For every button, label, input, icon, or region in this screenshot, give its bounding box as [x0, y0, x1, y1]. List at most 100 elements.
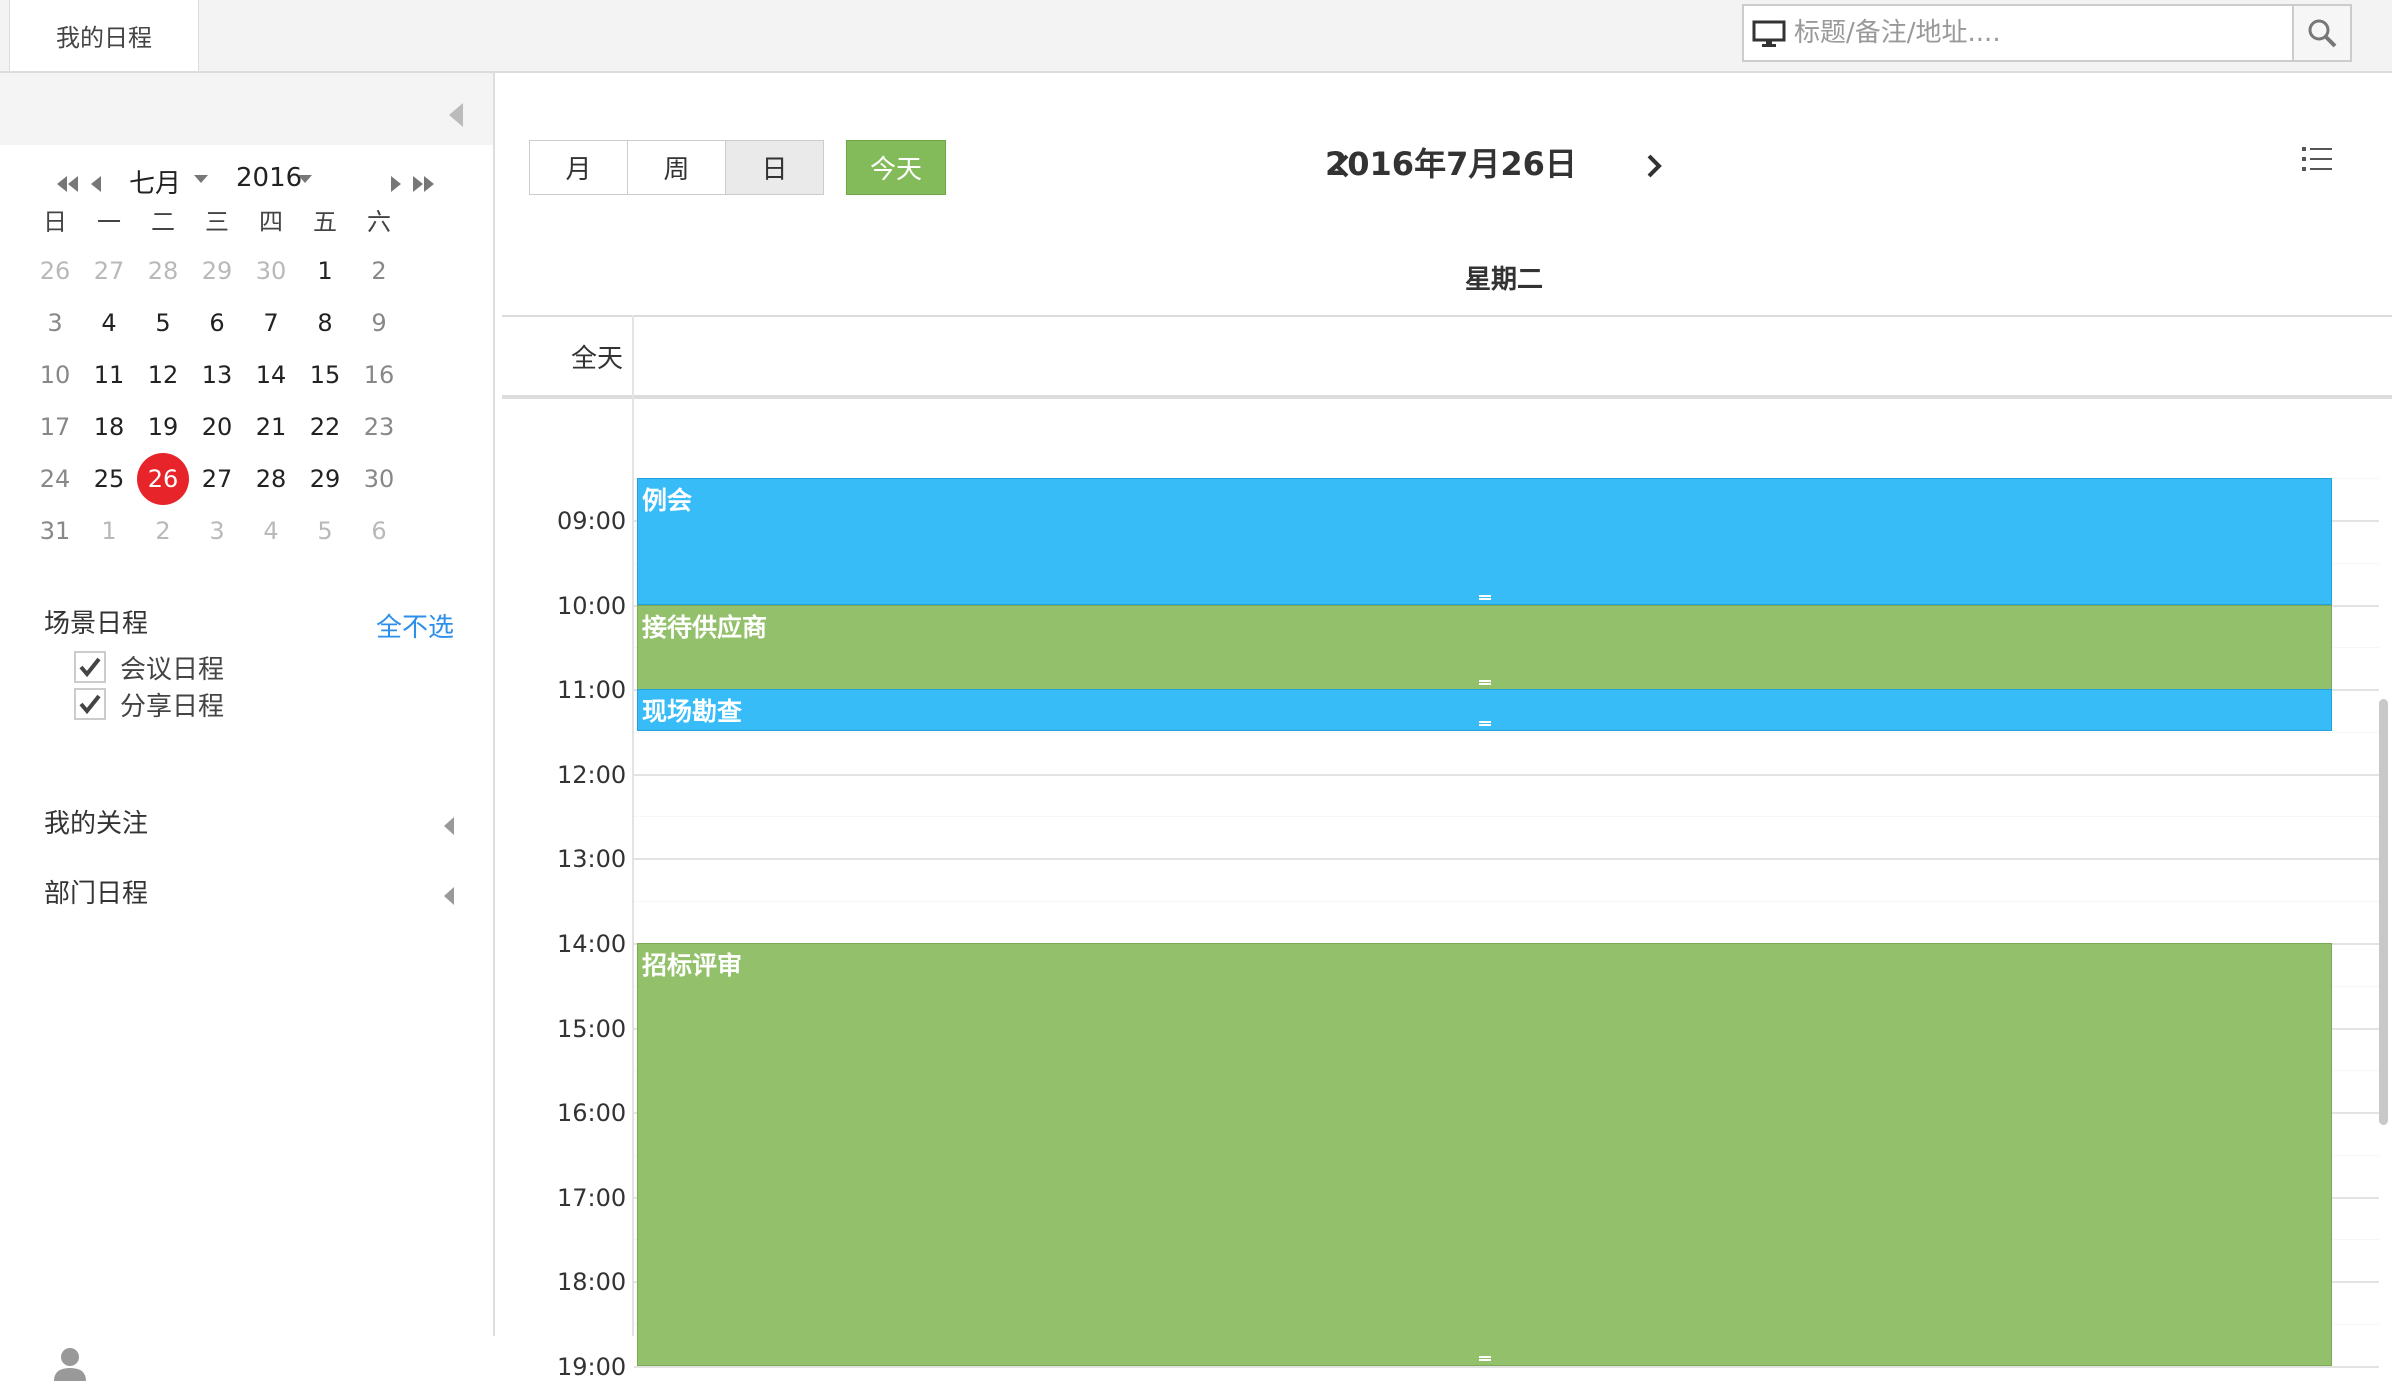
calendar-day[interactable]: 14: [244, 349, 298, 401]
calendar-event[interactable]: 现场勘查: [637, 689, 2332, 731]
hour-label: 14:00: [557, 930, 627, 958]
mini-calendar-year[interactable]: 2016: [236, 163, 302, 193]
calendar-day-number: 30: [255, 257, 287, 285]
calendar-day[interactable]: 27: [190, 453, 244, 505]
expand-arrow-icon[interactable]: [444, 887, 454, 905]
resize-handle-icon[interactable]: [1478, 680, 1491, 685]
calendar-day[interactable]: 17: [28, 401, 82, 453]
calendar-day-number: 10: [39, 361, 71, 389]
my-follow-section[interactable]: 我的关注: [44, 803, 454, 840]
calendar-day[interactable]: 5: [136, 297, 190, 349]
calendar-day[interactable]: 13: [190, 349, 244, 401]
calendar-day[interactable]: 16: [352, 349, 406, 401]
prev-month-icon[interactable]: [90, 175, 102, 193]
hour-label: 10:00: [557, 591, 627, 620]
calendar-day[interactable]: 4: [82, 297, 136, 349]
calendar-day[interactable]: 6: [352, 505, 406, 557]
calendar-day[interactable]: 28: [136, 245, 190, 297]
divider: [502, 395, 2392, 399]
search-button[interactable]: [2292, 6, 2350, 60]
calendar-day[interactable]: 5: [298, 505, 352, 557]
tab-my-schedule[interactable]: 我的日程: [9, 0, 199, 71]
calendar-day[interactable]: 6: [190, 297, 244, 349]
resize-handle-icon[interactable]: [1478, 1356, 1491, 1361]
calendar-day[interactable]: 30: [352, 453, 406, 505]
calendar-day[interactable]: 15: [298, 349, 352, 401]
search-box: [1742, 4, 2352, 62]
event-title: 现场勘查: [642, 697, 743, 726]
calendar-day[interactable]: 2: [136, 505, 190, 557]
calendar-day-number: 9: [371, 309, 387, 337]
calendar-day[interactable]: 12: [136, 349, 190, 401]
user-avatar-icon[interactable]: [52, 1346, 88, 1382]
my-follow-title: 我的关注: [44, 809, 149, 839]
calendar-day[interactable]: 21: [244, 401, 298, 453]
calendar-event[interactable]: 例会: [637, 478, 2332, 605]
calendar-day[interactable]: 3: [28, 297, 82, 349]
calendar-day[interactable]: 26: [136, 453, 190, 505]
calendar-day-number: 4: [263, 517, 279, 545]
scrollbar-thumb[interactable]: [2379, 699, 2388, 1125]
calendar-day[interactable]: 24: [28, 453, 82, 505]
calendar-day[interactable]: 20: [190, 401, 244, 453]
search-input[interactable]: [1794, 6, 2274, 60]
month-dropdown-icon[interactable]: [194, 175, 208, 183]
next-month-icon[interactable]: [390, 175, 402, 193]
scene-item-label: 会议日程: [120, 654, 225, 685]
year-dropdown-icon[interactable]: [298, 175, 312, 183]
calendar-week-row: 31 1 2 3 4 5 6: [28, 505, 460, 557]
next-year-icon[interactable]: [412, 175, 436, 193]
calendar-day[interactable]: 26: [28, 245, 82, 297]
calendar-day-number: 27: [93, 257, 125, 285]
calendar-day[interactable]: 29: [298, 453, 352, 505]
today-button[interactable]: 今天: [846, 140, 946, 195]
calendar-day-number: 4: [101, 309, 117, 337]
calendar-day[interactable]: 22: [298, 401, 352, 453]
view-month-button[interactable]: 月: [529, 140, 628, 195]
calendar-day[interactable]: 31: [28, 505, 82, 557]
calendar-day[interactable]: 23: [352, 401, 406, 453]
resize-handle-icon[interactable]: [1478, 721, 1491, 726]
checkbox[interactable]: [74, 651, 106, 683]
next-day-icon[interactable]: [1645, 153, 1663, 179]
dept-schedule-section[interactable]: 部门日程: [44, 873, 454, 910]
calendar-event[interactable]: 招标评审: [637, 943, 2332, 1366]
calendar-day[interactable]: 4: [244, 505, 298, 557]
calendar-day-number: 14: [255, 361, 287, 389]
calendar-day[interactable]: 27: [82, 245, 136, 297]
half-hour-gridline: [634, 731, 2379, 733]
scene-item-share[interactable]: 分享日程: [74, 684, 224, 724]
checkbox[interactable]: [74, 688, 106, 720]
deselect-all-link[interactable]: 全不选: [376, 607, 454, 644]
calendar-day[interactable]: 9: [352, 297, 406, 349]
calendar-day[interactable]: 1: [82, 505, 136, 557]
view-day-button[interactable]: 日: [725, 140, 824, 195]
view-week-button[interactable]: 周: [627, 140, 726, 195]
resize-handle-icon[interactable]: [1478, 595, 1491, 600]
calendar-day[interactable]: 19: [136, 401, 190, 453]
current-date-title: 2016年7月26日: [1325, 145, 1577, 183]
collapse-sidebar-icon[interactable]: [449, 103, 463, 127]
calendar-day[interactable]: 7: [244, 297, 298, 349]
calendar-day[interactable]: 28: [244, 453, 298, 505]
scene-item-meeting[interactable]: 会议日程: [74, 647, 224, 687]
prev-year-icon[interactable]: [56, 175, 80, 193]
calendar-day[interactable]: 25: [82, 453, 136, 505]
calendar-day-number: 26: [39, 257, 71, 285]
calendar-day[interactable]: 30: [244, 245, 298, 297]
calendar-day[interactable]: 11: [82, 349, 136, 401]
calendar-day-number: 3: [209, 517, 225, 545]
calendar-day-number: 6: [209, 309, 225, 337]
calendar-event[interactable]: 接待供应商: [637, 605, 2332, 690]
calendar-day[interactable]: 29: [190, 245, 244, 297]
calendar-day[interactable]: 2: [352, 245, 406, 297]
list-view-icon[interactable]: [2301, 145, 2333, 173]
sidebar: 七月 2016 日一二三四五六 26 27 28 29 30 1 2 3 4 5 6 7 8 9 10 11 1…: [0, 73, 495, 1381]
calendar-day[interactable]: 1: [298, 245, 352, 297]
calendar-day[interactable]: 3: [190, 505, 244, 557]
hour-label: 12:00: [557, 760, 627, 789]
calendar-day[interactable]: 10: [28, 349, 82, 401]
expand-arrow-icon[interactable]: [444, 817, 454, 835]
calendar-day[interactable]: 18: [82, 401, 136, 453]
calendar-day[interactable]: 8: [298, 297, 352, 349]
